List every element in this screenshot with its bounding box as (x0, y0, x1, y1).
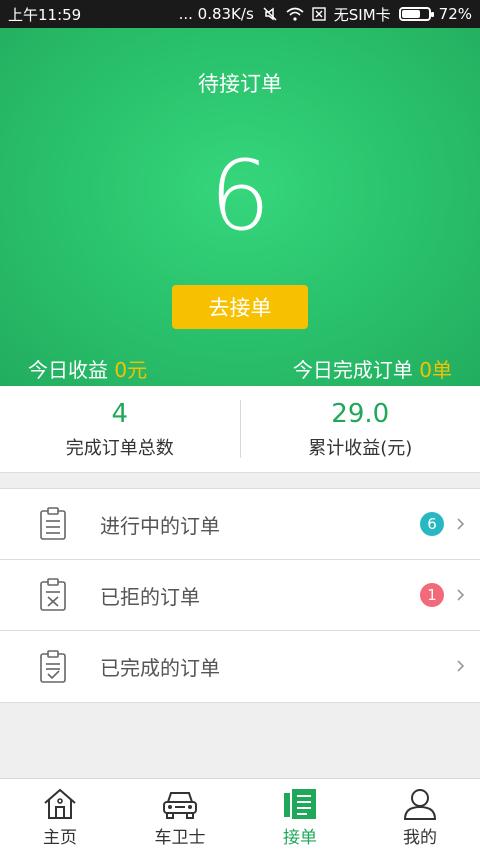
total-completed: 4 完成订单总数 (0, 386, 240, 472)
status-time: 上午11:59 (8, 5, 82, 24)
pending-orders-title: 待接订单 (198, 72, 282, 96)
total-completed-value: 4 (111, 399, 129, 429)
battery-percent: 72% (438, 5, 472, 23)
tab-label: 车卫士 (154, 827, 206, 848)
orders-icon (280, 785, 320, 823)
clipboard-list-icon (38, 506, 68, 542)
order-row-in-progress[interactable]: 进行中的订单 6 (0, 489, 480, 560)
chevron-right-icon (454, 584, 468, 606)
tab-car-guard[interactable]: 车卫士 (120, 779, 240, 853)
network-speed: ... 0.83K/s (178, 5, 254, 23)
order-list: 进行中的订单 6 已拒的订单 1 已完成的订单 (0, 488, 480, 703)
clipboard-check-icon (38, 649, 68, 685)
today-income-value: 0元 (114, 358, 148, 382)
summary-panel: 4 完成订单总数 29.0 累计收益(元) (0, 386, 480, 473)
order-row-label: 进行中的订单 (100, 513, 220, 538)
wifi-icon (286, 7, 304, 21)
count-badge: 6 (420, 512, 444, 536)
tab-home[interactable]: 主页 (0, 779, 120, 853)
no-sim-icon (312, 7, 326, 21)
battery-icon (398, 7, 434, 21)
status-bar: 上午11:59 ... 0.83K/s 无SIM卡 72% (0, 0, 480, 28)
tab-label: 我的 (403, 827, 437, 848)
accept-order-button[interactable]: 去接单 (172, 285, 308, 329)
today-completed-label: 今日完成订单 (292, 358, 413, 382)
chevron-right-icon (454, 655, 468, 677)
bottom-tab-bar: 主页 车卫士 接单 我的 (0, 778, 480, 853)
total-income-value: 29.0 (331, 399, 390, 429)
order-row-rejected[interactable]: 已拒的订单 1 (0, 560, 480, 631)
pending-orders-count: 6 (209, 140, 271, 252)
total-completed-label: 完成订单总数 (65, 438, 174, 459)
order-row-label: 已拒的订单 (100, 584, 200, 609)
today-completed-value: 0单 (419, 358, 452, 382)
status-right: ... 0.83K/s 无SIM卡 72% (179, 4, 472, 25)
clipboard-x-icon (38, 577, 68, 613)
tab-mine[interactable]: 我的 (360, 779, 480, 853)
mute-icon (262, 6, 278, 22)
sim-status: 无SIM卡 (333, 5, 391, 24)
pending-orders-panel: 待接订单 6 去接单 今日收益 0元 今日完成订单 0单 (0, 28, 480, 386)
tab-label: 主页 (43, 827, 77, 848)
car-icon (160, 785, 200, 823)
total-income-label: 累计收益(元) (308, 438, 413, 459)
today-income-label: 今日收益 (28, 358, 108, 382)
tab-orders[interactable]: 接单 (240, 779, 360, 853)
chevron-right-icon (454, 513, 468, 535)
count-badge: 1 (420, 583, 444, 607)
total-income: 29.0 累计收益(元) (241, 386, 480, 472)
order-row-completed[interactable]: 已完成的订单 (0, 631, 480, 702)
tab-label: 接单 (283, 827, 317, 848)
today-income: 今日收益 0元 (28, 354, 147, 383)
home-icon (40, 785, 80, 823)
order-row-label: 已完成的订单 (100, 656, 220, 680)
user-icon (400, 785, 440, 823)
today-completed: 今日完成订单 0单 (293, 354, 452, 383)
